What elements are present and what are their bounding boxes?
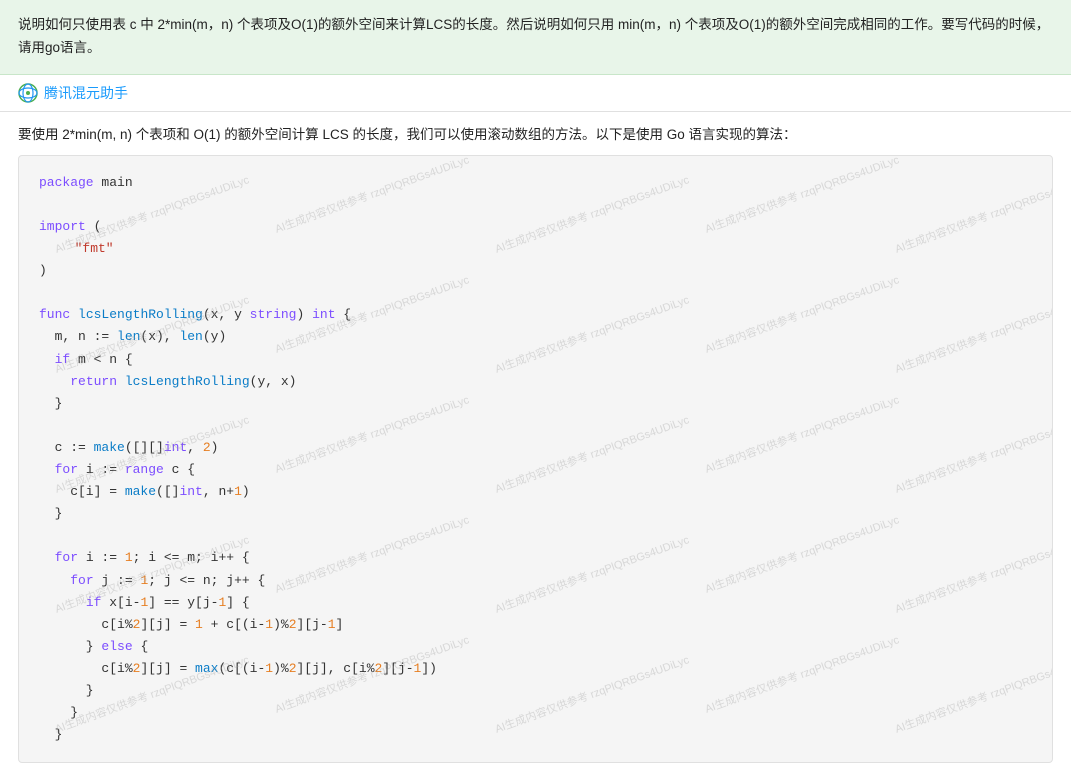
code-line-23: c[i%2][j] = max(c[(i-1)%2][j], c[i%2][j-… xyxy=(39,658,1032,680)
code-line-25: } xyxy=(39,702,1032,724)
code-line-9: if m < n { xyxy=(39,349,1032,371)
code-line-15: c[i] = make([]int, n+1) xyxy=(39,481,1032,503)
code-line-19: for j := 1; j <= n; j++ { xyxy=(39,570,1032,592)
code-line-17 xyxy=(39,525,1032,547)
code-line-8: m, n := len(x), len(y) xyxy=(39,326,1032,348)
code-line-14: for i := range c { xyxy=(39,459,1032,481)
code-line-22: } else { xyxy=(39,636,1032,658)
question-text: 说明如何只使用表 c 中 2*min(m，n) 个表项及O(1)的额外空间来计算… xyxy=(18,17,1049,55)
code-line-7: func lcsLengthRolling(x, y string) int { xyxy=(39,304,1032,326)
code-line-20: if x[i-1] == y[j-1] { xyxy=(39,592,1032,614)
code-line-26: } xyxy=(39,724,1032,746)
intro-text: 要使用 2*min(m, n) 个表项和 O(1) 的额外空间计算 LCS 的长… xyxy=(18,127,797,142)
code-line-2 xyxy=(39,194,1032,216)
question-section: 说明如何只使用表 c 中 2*min(m，n) 个表项及O(1)的额外空间来计算… xyxy=(0,0,1071,75)
code-line-12 xyxy=(39,415,1032,437)
code-line-13: c := make([][]int, 2) xyxy=(39,437,1032,459)
code-content[interactable]: package main import ( "fmt" ) func lcsLe… xyxy=(19,156,1052,762)
code-line-5: ) xyxy=(39,260,1032,282)
code-line-11: } xyxy=(39,393,1032,415)
code-block: AI生成内容仅供参考 rzqPlQRBGs4UDiLycAI生成内容仅供参考 r… xyxy=(18,155,1053,763)
response-intro: 要使用 2*min(m, n) 个表项和 O(1) 的额外空间计算 LCS 的长… xyxy=(0,112,1071,155)
code-line-10: return lcsLengthRolling(y, x) xyxy=(39,371,1032,393)
code-line-16: } xyxy=(39,503,1032,525)
code-line-1: package main xyxy=(39,172,1032,194)
code-line-21: c[i%2][j] = 1 + c[(i-1)%2][j-1] xyxy=(39,614,1032,636)
assistant-logo-icon xyxy=(18,83,38,103)
code-line-24: } xyxy=(39,680,1032,702)
code-line-3: import ( xyxy=(39,216,1032,238)
code-line-18: for i := 1; i <= m; i++ { xyxy=(39,547,1032,569)
assistant-name: 腾讯混元助手 xyxy=(44,83,128,103)
code-line-6 xyxy=(39,282,1032,304)
code-line-4: "fmt" xyxy=(39,238,1032,260)
assistant-header: 腾讯混元助手 xyxy=(0,75,1071,112)
